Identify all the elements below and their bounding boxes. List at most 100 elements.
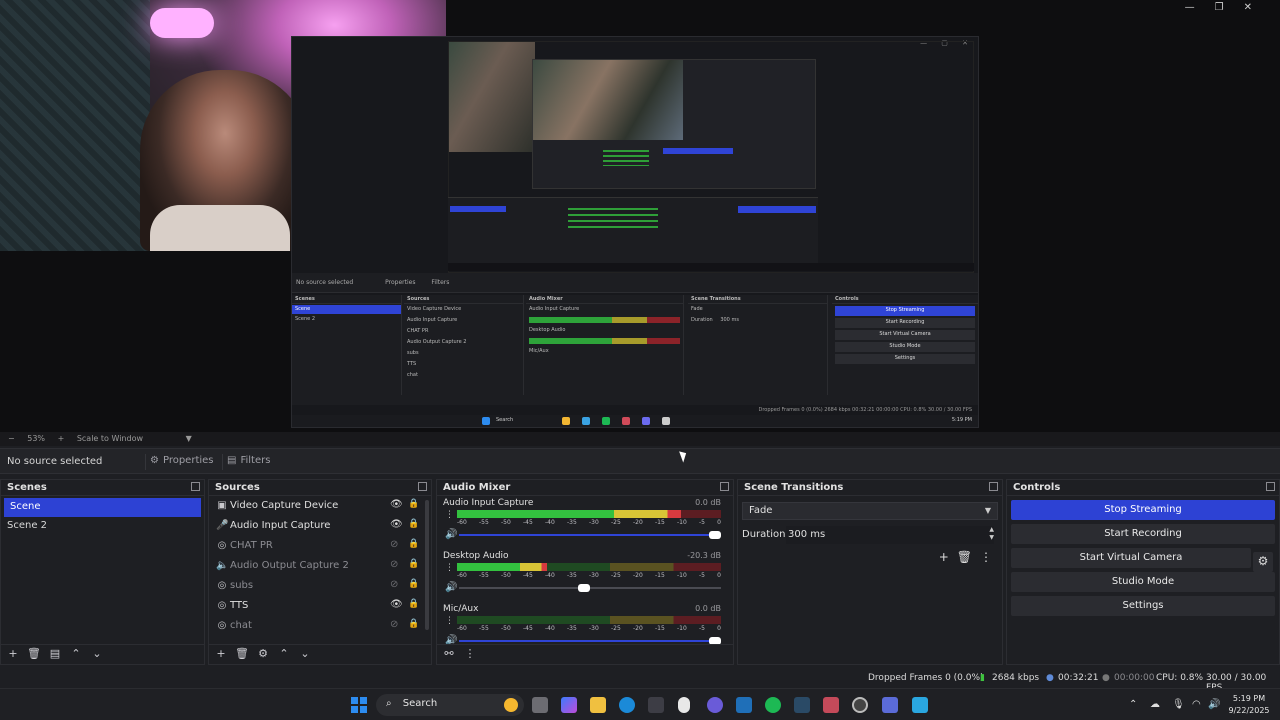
hidden-icon[interactable]: ⊘ xyxy=(390,579,398,590)
remove-source-icon[interactable]: 🗑 xyxy=(233,647,251,660)
zoom-in-button[interactable]: + xyxy=(58,434,65,443)
speaker-icon[interactable]: 🔊 xyxy=(445,582,457,593)
discord-icon[interactable] xyxy=(707,697,723,713)
properties-button[interactable]: ⚙ Properties xyxy=(145,454,218,470)
close-icon[interactable]: ✕ xyxy=(1244,2,1272,13)
scale-mode-dropdown-icon[interactable]: ▼ xyxy=(186,434,192,443)
app-icon[interactable] xyxy=(882,697,898,713)
app-icon[interactable] xyxy=(736,697,752,713)
lock-icon[interactable]: 🔒 xyxy=(408,559,419,569)
copilot-icon[interactable] xyxy=(561,697,577,713)
source-item[interactable]: ▣ Video Capture Device 👁 🔒 xyxy=(209,496,431,516)
restore-icon[interactable]: ❐ xyxy=(1215,2,1244,13)
nested-search: Search xyxy=(496,417,514,423)
steam-icon[interactable] xyxy=(794,697,810,713)
preview-canvas[interactable]: — ▢ ✕ No source selected Properties Filt… xyxy=(0,0,1280,432)
transition-select[interactable]: Fade ▼ xyxy=(742,502,998,520)
app-icon[interactable] xyxy=(678,697,690,713)
undock-icon[interactable] xyxy=(989,482,998,491)
weather-icon[interactable] xyxy=(504,698,518,712)
move-up-icon[interactable]: ⌃ xyxy=(275,647,293,660)
volume-icon[interactable]: 🔊 xyxy=(1208,699,1220,710)
nested-scene-1: Scene xyxy=(292,305,401,314)
move-up-icon[interactable]: ⌃ xyxy=(67,647,85,660)
app-icon[interactable] xyxy=(912,697,928,713)
source-properties-icon[interactable]: ⚙ xyxy=(254,647,272,660)
hidden-icon[interactable]: ⊘ xyxy=(390,559,398,570)
wifi-icon[interactable]: ◠ xyxy=(1192,699,1201,710)
lock-icon[interactable]: 🔒 xyxy=(408,539,419,549)
spotify-icon[interactable] xyxy=(765,697,781,713)
undock-icon[interactable] xyxy=(191,482,200,491)
visibility-icon[interactable]: 👁 xyxy=(390,599,403,610)
gear-icon[interactable]: ⚙ xyxy=(1253,552,1273,572)
channel-menu-icon[interactable]: ⋮ xyxy=(445,510,454,520)
remove-scene-icon[interactable]: 🗑 xyxy=(25,647,43,660)
stop-streaming-button[interactable]: Stop Streaming xyxy=(1011,500,1275,520)
undock-icon[interactable] xyxy=(720,482,729,491)
volume-slider[interactable] xyxy=(459,637,721,645)
volume-slider[interactable] xyxy=(459,531,721,539)
filters-button[interactable]: ▤ Filters xyxy=(222,454,274,470)
source-item[interactable]: ◎ chat ⊘ 🔒 xyxy=(209,616,431,636)
hidden-icon[interactable]: ⊘ xyxy=(390,619,398,630)
advanced-audio-icon[interactable]: ⚯ xyxy=(440,647,458,660)
lock-icon[interactable]: 🔒 xyxy=(408,619,419,629)
visibility-icon[interactable]: 👁 xyxy=(390,519,403,530)
lock-icon[interactable]: 🔒 xyxy=(408,519,419,529)
duration-input[interactable]: 300 ms xyxy=(786,526,994,544)
taskbar-search[interactable]: ⌕ Search xyxy=(376,694,524,716)
obs-icon[interactable] xyxy=(852,697,868,713)
lock-icon[interactable]: 🔒 xyxy=(408,499,419,509)
scene-item[interactable]: Scene 2 xyxy=(1,517,204,536)
task-view-icon[interactable] xyxy=(532,697,548,713)
store-icon[interactable] xyxy=(648,697,664,713)
source-item[interactable]: 🔈 Audio Output Capture 2 ⊘ 🔒 xyxy=(209,556,431,576)
move-down-icon[interactable]: ⌄ xyxy=(88,647,106,660)
scene-item[interactable]: Scene xyxy=(4,498,201,517)
taskbar-clock[interactable]: 5:19 PM 9/22/2025 xyxy=(1224,693,1274,717)
transition-menu-icon[interactable]: ⋮ xyxy=(980,550,992,564)
undock-icon[interactable] xyxy=(418,482,427,491)
hidden-icon[interactable]: ⊘ xyxy=(390,539,398,550)
chevron-up-icon[interactable]: ⌃ xyxy=(1129,699,1137,710)
minimize-icon[interactable]: — xyxy=(1185,2,1215,13)
add-scene-icon[interactable]: + xyxy=(4,647,22,660)
windows-start-icon[interactable] xyxy=(351,697,367,713)
sources-scrollbar[interactable] xyxy=(425,500,429,630)
lock-icon[interactable]: 🔒 xyxy=(408,599,419,609)
app-icon[interactable] xyxy=(823,697,839,713)
speaker-icon[interactable]: 🔊 xyxy=(445,529,457,540)
source-item[interactable]: ◎ CHAT PR ⊘ 🔒 xyxy=(209,536,431,556)
mic-icon[interactable]: 🎙 xyxy=(1172,699,1185,710)
start-recording-button[interactable]: Start Recording xyxy=(1011,524,1275,544)
start-virtual-camera-button[interactable]: Start Virtual Camera xyxy=(1011,548,1251,568)
source-item[interactable]: 🎤 Audio Input Capture 👁 🔒 xyxy=(209,516,431,536)
zoom-out-button[interactable]: − xyxy=(8,434,15,443)
scale-mode[interactable]: Scale to Window xyxy=(77,434,143,443)
studio-mode-button[interactable]: Studio Mode xyxy=(1011,572,1275,592)
add-transition-icon[interactable]: + xyxy=(939,550,949,564)
volume-slider[interactable] xyxy=(459,584,721,592)
onedrive-icon[interactable]: ☁ xyxy=(1150,699,1160,710)
remove-transition-icon[interactable]: 🗑 xyxy=(957,550,972,564)
move-down-icon[interactable]: ⌄ xyxy=(296,647,314,660)
slider-handle[interactable] xyxy=(578,584,590,592)
settings-button[interactable]: Settings xyxy=(1011,596,1275,616)
scene-filters-icon[interactable]: ▤ xyxy=(46,647,64,660)
window-controls[interactable]: —❐✕ xyxy=(1185,2,1272,13)
slider-handle[interactable] xyxy=(709,531,721,539)
channel-menu-icon[interactable]: ⋮ xyxy=(445,616,454,626)
duration-spinner[interactable]: ▲ ▼ xyxy=(989,526,994,542)
add-source-icon[interactable]: + xyxy=(212,647,230,660)
lock-icon[interactable]: 🔒 xyxy=(408,579,419,589)
source-item[interactable]: ◎ subs ⊘ 🔒 xyxy=(209,576,431,596)
mixer-menu-icon[interactable]: ⋮ xyxy=(461,647,479,660)
undock-icon[interactable] xyxy=(1266,482,1275,491)
file-explorer-icon[interactable] xyxy=(590,697,606,713)
edge-icon[interactable] xyxy=(619,697,635,713)
search-label: Search xyxy=(402,698,438,709)
source-item[interactable]: ◎ TTS 👁 🔒 xyxy=(209,596,431,616)
channel-menu-icon[interactable]: ⋮ xyxy=(445,563,454,573)
visibility-icon[interactable]: 👁 xyxy=(390,499,403,510)
